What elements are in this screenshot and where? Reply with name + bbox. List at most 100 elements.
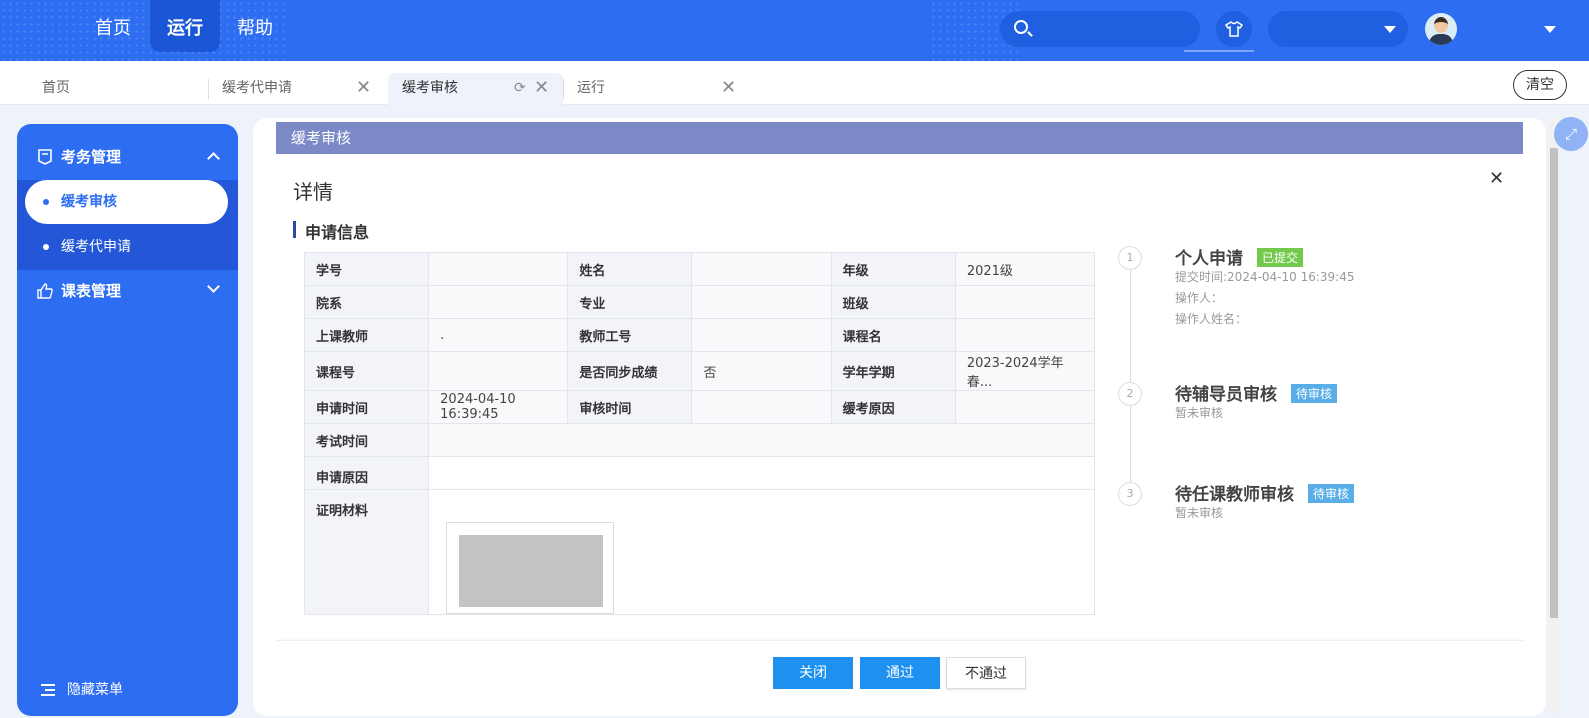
close-button[interactable]: 关闭 (773, 657, 853, 689)
field-label: 课程名 (830, 318, 956, 352)
shirt-icon[interactable] (1216, 11, 1252, 47)
hide-menu-label: 隐藏菜单 (67, 682, 123, 698)
close-icon[interactable]: ✕ (356, 73, 371, 103)
table-row: 申请时间 2024-04-10 16:39:45 审核时间 缓考原因 (303, 390, 1096, 424)
user-menu-caret-icon[interactable] (1544, 26, 1556, 33)
search-box[interactable] (1000, 11, 1200, 47)
close-icon[interactable]: ✕ (1489, 168, 1504, 189)
detail-title: 详情 (293, 180, 333, 204)
hide-menu-button[interactable]: 隐藏菜单 (17, 678, 238, 702)
field-label: 专业 (567, 285, 693, 319)
field-label: 是否同步成绩 (567, 351, 693, 391)
shield-icon (38, 149, 52, 165)
status-badge: 已提交 (1257, 248, 1304, 267)
sidebar-item-defer-review[interactable]: 缓考审核 (25, 180, 228, 224)
decoration-line (1184, 50, 1254, 52)
main-content: 缓考审核 详情 ✕ 申请信息 学号 姓名 年级 2021级 院系 专业 班级 上课教师. 教师工… (253, 118, 1546, 716)
field-value (691, 390, 832, 424)
pass-button[interactable]: 通过 (860, 657, 940, 689)
panel-title: 缓考审核 (276, 122, 1523, 154)
field-value (428, 351, 569, 391)
field-value (954, 318, 1096, 352)
field-value (691, 252, 832, 286)
search-input[interactable] (1038, 11, 1188, 47)
refresh-icon[interactable]: ⟳ (514, 73, 526, 103)
field-label: 年级 (830, 252, 956, 286)
close-icon[interactable]: ✕ (721, 73, 736, 103)
step-title: 个人申请 已提交 (1175, 244, 1304, 269)
tab-label: 首页 (42, 80, 70, 96)
scrollbar[interactable] (1548, 118, 1560, 716)
tab-separator (208, 79, 209, 99)
step-meta: 暂未审核 (1175, 406, 1224, 420)
search-icon (1014, 20, 1028, 34)
section-title: 申请信息 (293, 219, 369, 243)
sidebar-group-label: 考务管理 (61, 148, 122, 166)
field-value (691, 318, 832, 352)
tab-separator (563, 79, 564, 99)
field-label: 申请原因 (303, 456, 430, 490)
step-title-text: 个人申请 (1175, 249, 1243, 269)
sidebar-group-label: 课表管理 (61, 282, 122, 300)
close-icon[interactable]: ✕ (534, 73, 549, 103)
field-label: 课程号 (303, 351, 430, 391)
tab-home[interactable]: 首页 (28, 73, 208, 105)
caret-down-icon (1384, 26, 1396, 33)
step-meta: 提交时间:2024-04-10 16:39:45 (1175, 270, 1355, 284)
tab-defer-proxy-apply[interactable]: 缓考代申请 ✕ (208, 73, 388, 105)
image-placeholder (459, 535, 604, 607)
field-label: 申请时间 (303, 390, 430, 424)
step-title: 待任课教师审核 待审核 (1175, 480, 1355, 505)
sidebar-submenu: 缓考审核 缓考代申请 (17, 180, 238, 270)
field-value: 2023-2024学年 春... (954, 351, 1096, 391)
field-value: . (428, 318, 569, 352)
step-meta: 暂未审核 (1175, 506, 1224, 520)
tab-bar: 首页 缓考代申请 ✕ 缓考审核 ⟳ ✕ 运行 ✕ (0, 61, 1589, 105)
nav-help[interactable]: 帮助 (232, 0, 278, 52)
step-title-text: 待辅导员审核 (1175, 385, 1277, 405)
field-value (428, 285, 569, 319)
field-label: 院系 (303, 285, 430, 319)
tab-run[interactable]: 运行 ✕ (563, 73, 743, 105)
step-number: 1 (1118, 246, 1142, 270)
tab-defer-review[interactable]: 缓考审核 ⟳ ✕ (388, 73, 563, 105)
tab-label: 缓考审核 (402, 80, 458, 96)
field-value (428, 252, 569, 286)
step-number: 2 (1118, 382, 1142, 406)
field-label: 学年学期 (830, 351, 956, 391)
field-label: 教师工号 (567, 318, 693, 352)
field-label: 考试时间 (303, 423, 430, 457)
tab-label: 运行 (577, 80, 605, 96)
field-label: 姓名 (567, 252, 693, 286)
field-label: 审核时间 (567, 390, 693, 424)
timeline-line (1130, 270, 1131, 490)
field-label: 班级 (830, 285, 956, 319)
reject-button[interactable]: 不通过 (946, 657, 1026, 689)
application-info-table: 学号 姓名 年级 2021级 院系 专业 班级 上课教师. 教师工号 课程名 课程号 是否同步成绩否学… (303, 252, 1096, 615)
proof-image[interactable] (446, 522, 615, 614)
table-row: 上课教师. 教师工号 课程名 (303, 318, 1096, 352)
avatar-body (1429, 34, 1453, 45)
field-label: 证明材料 (303, 489, 430, 615)
status-badge: 待审核 (1308, 484, 1355, 503)
field-value: 2024-04-10 16:39:45 (428, 390, 569, 424)
chevron-up-icon (207, 152, 220, 165)
nav-home[interactable]: 首页 (90, 0, 136, 52)
field-value: 否 (691, 351, 832, 391)
scrollbar-thumb[interactable] (1550, 148, 1558, 618)
nav-run[interactable]: 运行 (150, 0, 220, 52)
avatar[interactable] (1425, 13, 1457, 45)
step-meta: 操作人： (1175, 291, 1224, 305)
clear-tabs-button[interactable]: 清空 (1513, 70, 1567, 100)
field-value (691, 285, 832, 319)
field-label: 学号 (303, 252, 430, 286)
table-row: 院系 专业 班级 (303, 285, 1096, 319)
table-row: 课程号 是否同步成绩否学年学期 2023-2024学年 春... (303, 351, 1096, 391)
sidebar-group-exam-management[interactable]: 考务管理 (17, 134, 238, 180)
sidebar-item-defer-proxy-apply[interactable]: 缓考代申请 (25, 225, 228, 269)
thumbs-up-icon (37, 283, 53, 299)
field-label: 上课教师 (303, 318, 430, 352)
role-dropdown[interactable] (1268, 11, 1408, 47)
fullscreen-icon[interactable]: ⤢ (1554, 117, 1588, 151)
sidebar-group-timetable-management[interactable]: 课表管理 (17, 268, 238, 314)
